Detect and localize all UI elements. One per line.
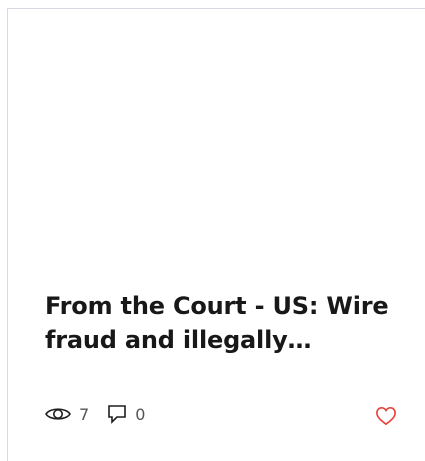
comment-icon [108,405,126,424]
post-card[interactable]: From the Court - US: Wire fraud and ille… [7,8,425,461]
views-count: 7 [79,404,90,424]
views-stat: 7 [45,405,89,424]
post-image-placeholder[interactable] [8,9,425,279]
comments-stat[interactable]: 0 [107,404,145,424]
post-stats: 7 0 [45,404,163,424]
eye-icon [45,408,71,420]
comments-count: 0 [135,404,146,424]
post-title[interactable]: From the Court - US: Wire fraud and ille… [45,289,395,357]
heart-icon [376,406,396,426]
like-button[interactable] [375,406,397,430]
